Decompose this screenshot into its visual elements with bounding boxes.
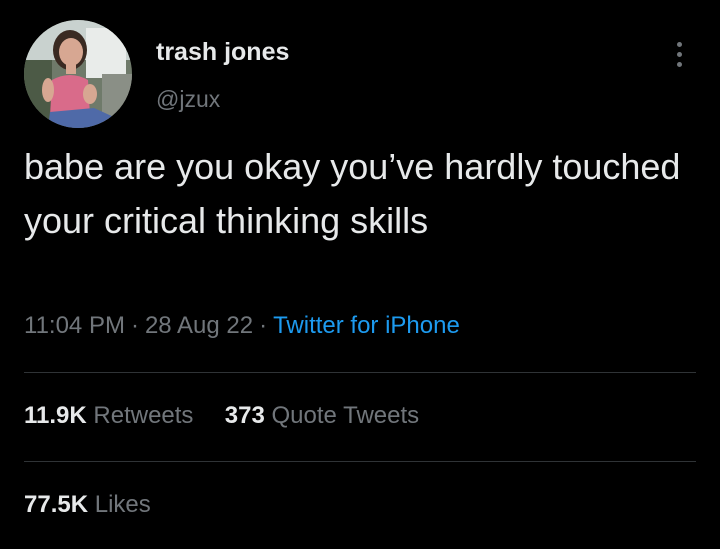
tweet-meta: 11:04 PM · 28 Aug 22 · Twitter for iPhone (24, 312, 460, 340)
more-options-icon (677, 42, 682, 47)
engagement-stats-row: 11.9K Retweets 373 Quote Tweets (24, 402, 419, 430)
likes-label: Likes (94, 491, 151, 518)
retweets-count: 11.9K (24, 402, 87, 429)
tweet-time[interactable]: 11:04 PM (24, 312, 125, 339)
more-options-button[interactable] (668, 36, 692, 72)
likes-stat[interactable]: 77.5K Likes (24, 491, 151, 518)
more-options-icon (677, 52, 682, 57)
retweets-stat[interactable]: 11.9K Retweets (24, 402, 193, 429)
meta-separator: · (259, 312, 268, 339)
quote-tweets-label: Quote Tweets (271, 402, 420, 429)
more-options-icon (677, 62, 682, 67)
retweets-label: Retweets (93, 402, 194, 429)
avatar[interactable] (24, 20, 132, 128)
meta-separator: · (130, 312, 139, 339)
likes-count: 77.5K (24, 491, 89, 518)
author-handle[interactable]: @jzux (156, 86, 220, 113)
tweet-date[interactable]: 28 Aug 22 (145, 312, 253, 339)
tweet-source-link[interactable]: Twitter for iPhone (273, 312, 460, 339)
quote-tweets-count: 373 (224, 402, 265, 429)
tweet-card: trash jones @jzux babe are you okay you’… (0, 0, 720, 549)
likes-stats-row: 77.5K Likes (24, 491, 151, 519)
divider (24, 461, 696, 462)
author-name[interactable]: trash jones (156, 38, 289, 67)
quote-tweets-stat[interactable]: 373 Quote Tweets (225, 402, 419, 429)
tweet-text: babe are you okay you’ve hardly touched … (24, 146, 681, 241)
divider (24, 372, 696, 373)
avatar-photo-icon (24, 20, 132, 128)
